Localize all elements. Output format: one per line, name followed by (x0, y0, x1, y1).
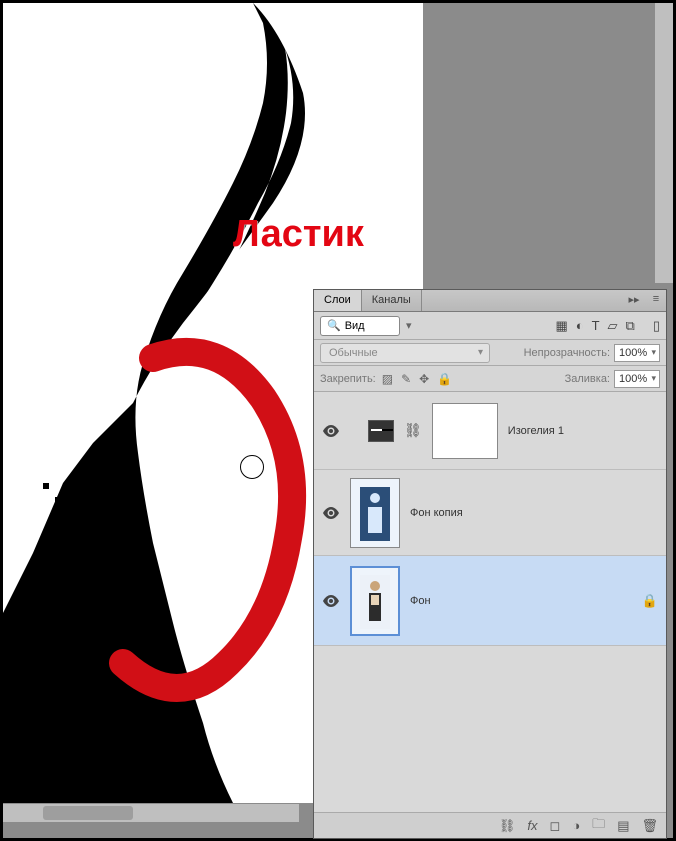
panel-footer: ⛓ fx ◻ ◑ 🗀 ▤ 🗑 (314, 812, 666, 838)
new-adjustment-icon[interactable]: ◑ (572, 818, 580, 833)
filter-smartobject-icon[interactable]: ⧉ (626, 318, 635, 334)
new-group-icon[interactable]: 🗀 (592, 815, 605, 837)
layers-list: ⛓ Изогелия 1 Фон копия (314, 392, 666, 812)
blend-mode-select[interactable]: Обычные (320, 343, 490, 363)
adjustment-thumbnail (368, 420, 394, 442)
layer-fx-icon[interactable]: fx (527, 818, 537, 833)
eraser-cursor (240, 455, 264, 479)
layer-filter-input[interactable] (345, 320, 395, 332)
opacity-label: Непрозрачность: (524, 347, 610, 359)
delete-layer-icon[interactable]: 🗑 (641, 818, 658, 834)
filter-shape-icon[interactable]: ▱ (608, 318, 618, 334)
mask-link-icon[interactable]: ⛓ (404, 422, 422, 439)
layers-panel: Слои Каналы ▸▸ ≡ 🔍 ▾ ▦ ◐ T ▱ ⧉ ▯ (313, 289, 667, 839)
blend-mode-value: Обычные (329, 347, 378, 359)
layer-name[interactable]: Изогелия 1 (508, 425, 564, 437)
tab-channels[interactable]: Каналы (362, 290, 422, 311)
mask-thumbnail[interactable] (432, 403, 498, 459)
panel-tab-bar: Слои Каналы ▸▸ ≡ (314, 290, 666, 312)
link-layers-icon[interactable]: ⛓ (499, 818, 516, 834)
add-mask-icon[interactable]: ◻ (550, 818, 561, 834)
horizontal-scrollbar[interactable] (3, 804, 299, 822)
lock-position-icon[interactable]: ✥ (419, 372, 429, 386)
dropdown-arrow-icon[interactable]: ▾ (406, 319, 412, 332)
lock-icon[interactable]: 🔒 (642, 593, 658, 609)
layer-name[interactable]: Фон (410, 595, 431, 607)
lock-all-icon[interactable]: 🔒 (437, 372, 452, 386)
annotation-eraser-label: Ластик (233, 213, 364, 256)
tab-layers[interactable]: Слои (314, 290, 362, 311)
visibility-toggle-icon[interactable] (322, 422, 340, 440)
filter-type-icon[interactable]: T (592, 318, 600, 334)
new-layer-icon[interactable]: ▤ (617, 818, 629, 834)
layer-row-bgcopy[interactable]: Фон копия (314, 470, 666, 556)
layer-thumbnail[interactable] (350, 566, 400, 636)
search-icon: 🔍 (327, 319, 341, 332)
layer-filter-bar: 🔍 ▾ ▦ ◐ T ▱ ⧉ ▯ (314, 312, 666, 340)
filter-adjustment-icon[interactable]: ◐ (576, 318, 584, 334)
app-frame: Ластик Слои Каналы ▸▸ ≡ 🔍 ▾ ▦ ◐ T ▱ (3, 3, 673, 838)
fill-field[interactable]: 100% (614, 370, 660, 388)
panel-collapse-icon[interactable]: ▸▸ (626, 291, 642, 307)
lock-fill-row: Закрепить: ▨ ✎ ✥ 🔒 Заливка: 100% (314, 366, 666, 392)
layer-name[interactable]: Фон копия (410, 507, 463, 519)
visibility-toggle-icon[interactable] (322, 504, 340, 522)
fill-label: Заливка: (565, 373, 610, 385)
lock-transparency-icon[interactable]: ▨ (382, 372, 393, 386)
horizontal-scrollbar-thumb[interactable] (43, 806, 133, 820)
layer-row-bg[interactable]: Фон 🔒 (314, 556, 666, 646)
layer-type-filter[interactable]: 🔍 (320, 316, 400, 336)
layer-row-threshold[interactable]: ⛓ Изогелия 1 (314, 392, 666, 470)
lock-paint-icon[interactable]: ✎ (401, 372, 411, 386)
lock-label: Закрепить: (320, 373, 376, 385)
filter-toggle-icon[interactable]: ▯ (653, 318, 660, 334)
visibility-toggle-icon[interactable] (322, 592, 340, 610)
layer-thumbnail[interactable] (350, 478, 400, 548)
panel-menu-icon[interactable]: ≡ (648, 291, 664, 307)
filter-pixel-icon[interactable]: ▦ (555, 318, 567, 334)
opacity-field[interactable]: 100% (614, 344, 660, 362)
blend-opacity-row: Обычные Непрозрачность: 100% (314, 340, 666, 366)
vertical-scrollbar[interactable] (655, 3, 673, 283)
